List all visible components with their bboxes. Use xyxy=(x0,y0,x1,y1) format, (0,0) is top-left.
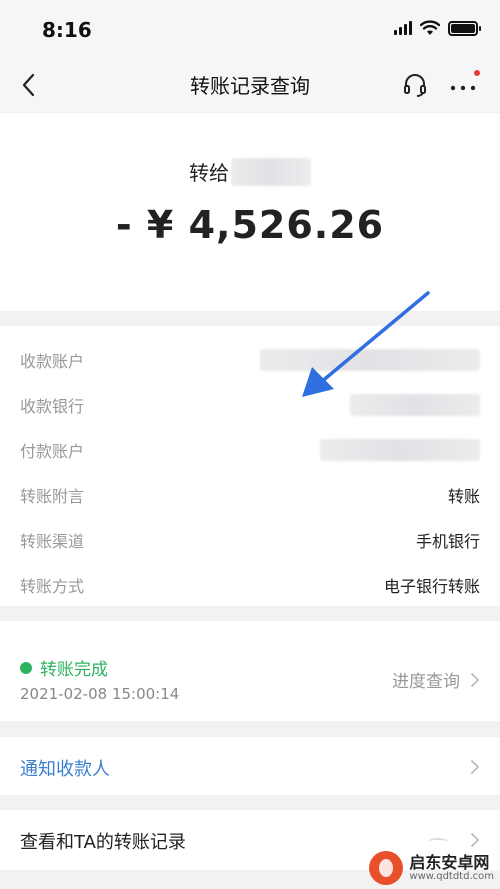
detail-row-method: 转账方式 电子银行转账 xyxy=(20,570,480,600)
watermark: 启东安卓网 www.qdtdtd.com xyxy=(369,851,494,885)
recipient-name-redacted xyxy=(231,157,311,186)
signal-icon xyxy=(394,21,412,35)
detail-label: 转账渠道 xyxy=(20,532,85,551)
transfer-amount: - ¥ 4,526.26 xyxy=(115,203,385,247)
transfer-status: 转账完成 xyxy=(20,655,108,680)
status-icons xyxy=(394,20,481,36)
progress-query-label: 进度查询 xyxy=(392,672,460,692)
nav-bar: 转账记录查询 xyxy=(0,58,500,112)
notify-payee-row[interactable]: 通知收款人 xyxy=(0,737,500,795)
detail-row-remark: 转账附言 转账 xyxy=(20,480,480,510)
eye-icon xyxy=(428,838,448,846)
detail-label: 收款账户 xyxy=(20,352,85,371)
success-dot-icon xyxy=(20,661,32,674)
watermark-text: 启东安卓网 www.qdtdtd.com xyxy=(409,854,494,883)
status-card: 转账完成 2021-02-08 15:00:14 进度查询 xyxy=(0,621,500,721)
detail-row-payer-account: 付款账户 xyxy=(20,435,480,465)
headset-icon[interactable] xyxy=(402,72,428,98)
status-time: 8:16 xyxy=(42,18,92,42)
detail-value: 手机银行 xyxy=(415,532,480,551)
watermark-title: 启东安卓网 xyxy=(409,852,490,872)
more-icon[interactable] xyxy=(448,72,478,98)
wifi-icon xyxy=(420,20,440,35)
watermark-url: www.qdtdtd.com xyxy=(409,871,494,883)
annotation-arrow xyxy=(302,291,430,397)
amount-card: 转给 - ¥ 4,526.26 xyxy=(0,113,500,311)
detail-row-channel: 转账渠道 手机银行 xyxy=(20,525,480,555)
detail-value-redacted xyxy=(320,439,480,461)
chevron-right-icon xyxy=(471,760,480,774)
progress-query-link[interactable]: 进度查询 xyxy=(392,667,480,692)
recipient: 转给 xyxy=(0,157,500,186)
status-datetime: 2021-02-08 15:00:14 xyxy=(20,685,180,703)
detail-label: 转账方式 xyxy=(20,577,85,596)
battery-icon xyxy=(448,20,481,36)
status-text: 转账完成 xyxy=(40,660,108,680)
detail-label: 转账附言 xyxy=(20,487,85,506)
chevron-right-icon xyxy=(471,833,480,847)
watermark-logo-icon xyxy=(369,851,404,885)
status-bar: 8:16 xyxy=(0,0,500,58)
detail-value: 转账 xyxy=(447,487,480,506)
chevron-right-icon xyxy=(471,672,480,687)
view-records-label: 查看和TA的转账记录 xyxy=(20,832,186,853)
detail-label: 收款银行 xyxy=(20,397,85,416)
detail-value: 电子银行转账 xyxy=(383,577,480,596)
notification-dot xyxy=(474,70,480,76)
notify-payee-label: 通知收款人 xyxy=(20,759,110,780)
recipient-label: 转给 xyxy=(189,161,229,185)
detail-label: 付款账户 xyxy=(20,442,85,461)
